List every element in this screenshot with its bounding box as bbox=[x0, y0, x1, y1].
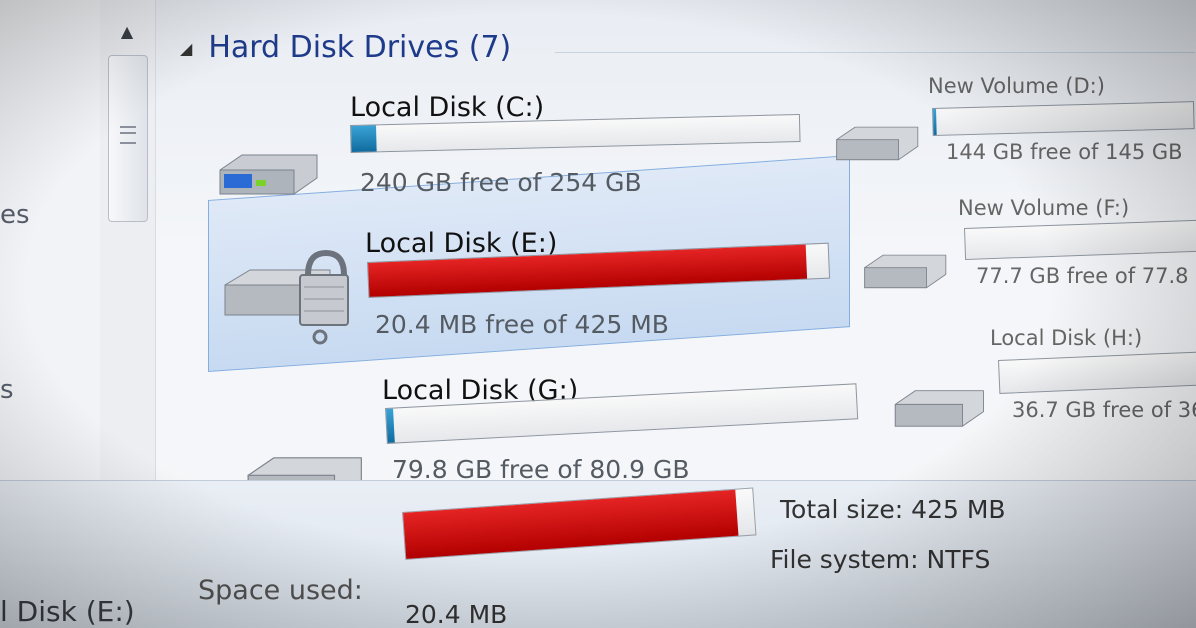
drive-usage-fill bbox=[999, 360, 1001, 393]
total-size: Total size: 425 MB bbox=[780, 495, 1006, 524]
nav-item-fragment[interactable]: es bbox=[0, 200, 30, 230]
section-title: Hard Disk Drives (7) bbox=[208, 30, 512, 65]
drive-usage-fill bbox=[351, 125, 377, 152]
explorer-window: es s ▲ ▼ ◢Hard Disk Drives (7) Local Dis… bbox=[0, 0, 1196, 628]
windows-drive-icon bbox=[219, 154, 318, 195]
file-system: File system: NTFS bbox=[770, 545, 991, 574]
drive-usage-fill bbox=[965, 228, 967, 259]
space-used-label: Space used: bbox=[198, 575, 363, 606]
drive-icon bbox=[894, 390, 984, 427]
grip-icon bbox=[120, 126, 136, 144]
drive-free-text: 144 GB free of 145 GB bbox=[946, 140, 1183, 164]
drive-name: New Volume (D:) bbox=[928, 74, 1105, 98]
drive-name: Local Disk (C:) bbox=[350, 92, 545, 123]
drive-icon bbox=[864, 254, 947, 289]
drive-free-text: 240 GB free of 254 GB bbox=[360, 168, 642, 197]
collapse-triangle-icon[interactable]: ◢ bbox=[180, 39, 192, 58]
space-used-value: 20.4 MB bbox=[405, 600, 508, 628]
drive-usage-bar bbox=[998, 351, 1196, 394]
drive-usage-fill bbox=[933, 108, 937, 135]
drive-free-text: 20.4 MB free of 425 MB bbox=[375, 310, 669, 339]
drive-name: Local Disk (H:) bbox=[990, 326, 1143, 350]
details-drive-title: l Disk (E:) bbox=[0, 595, 135, 628]
section-divider bbox=[555, 52, 1195, 53]
scroll-up-icon[interactable]: ▲ bbox=[115, 22, 139, 42]
scroll-thumb[interactable] bbox=[108, 55, 148, 222]
drive-free-text: 77.7 GB free of 77.8 GB bbox=[976, 264, 1196, 288]
section-header[interactable]: ◢ Hard Disk Drives (7) bbox=[180, 30, 511, 65]
drive-usage-bar bbox=[932, 101, 1195, 136]
drive-usage-bar bbox=[964, 219, 1196, 260]
drive-icon bbox=[836, 126, 919, 161]
drive-name: New Volume (F:) bbox=[958, 196, 1130, 220]
drive-usage-fill bbox=[386, 408, 395, 443]
nav-item-fragment[interactable]: s bbox=[0, 375, 14, 405]
drive-free-text: 36.7 GB free of 36 bbox=[1012, 398, 1196, 422]
locked-drive-icon bbox=[224, 249, 349, 345]
